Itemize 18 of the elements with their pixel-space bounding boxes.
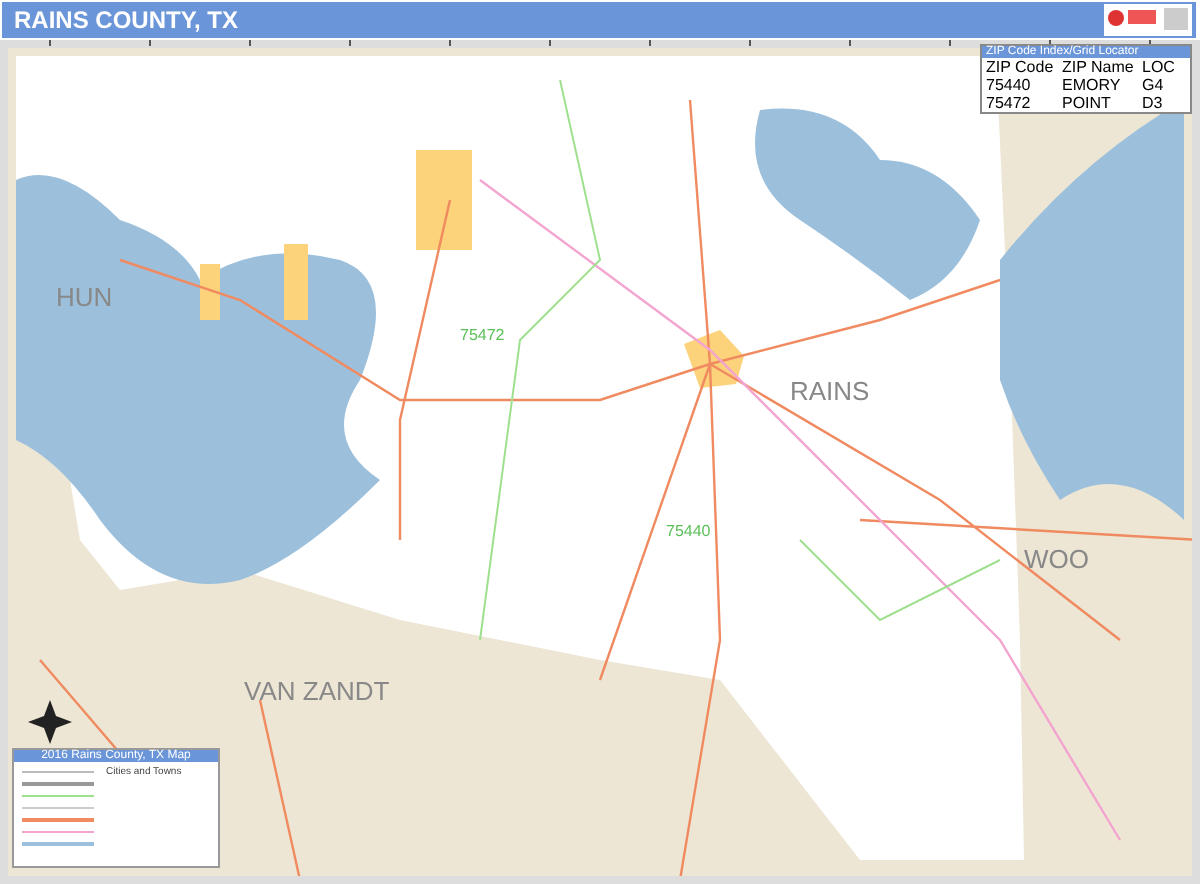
legend-symbols-drawing	[18, 766, 98, 850]
county-label: HUN	[56, 282, 113, 312]
column-header: ZIP Code	[986, 58, 1056, 76]
table-cell-text: EMORY	[1062, 76, 1123, 94]
table-cell-text: G4	[1142, 76, 1166, 94]
compass-rose-icon	[28, 700, 72, 744]
table-cell-text: D3	[1142, 94, 1165, 112]
zip-code-label: 75472	[460, 326, 505, 344]
county-label: WOO	[1024, 544, 1089, 574]
column-header: ZIP Name	[1062, 58, 1136, 76]
column-header: LOC	[1142, 58, 1177, 76]
zip-code-label: 75440	[666, 522, 711, 540]
table-cell-text: 75472	[986, 94, 1033, 112]
county-label: VAN ZANDT	[244, 676, 390, 706]
table-cell-text: POINT	[1062, 94, 1113, 112]
map-title: RAINS COUNTY, TX	[12, 6, 239, 34]
table-cell-text: 75440	[986, 76, 1033, 94]
county-label: RAINS	[790, 376, 870, 406]
